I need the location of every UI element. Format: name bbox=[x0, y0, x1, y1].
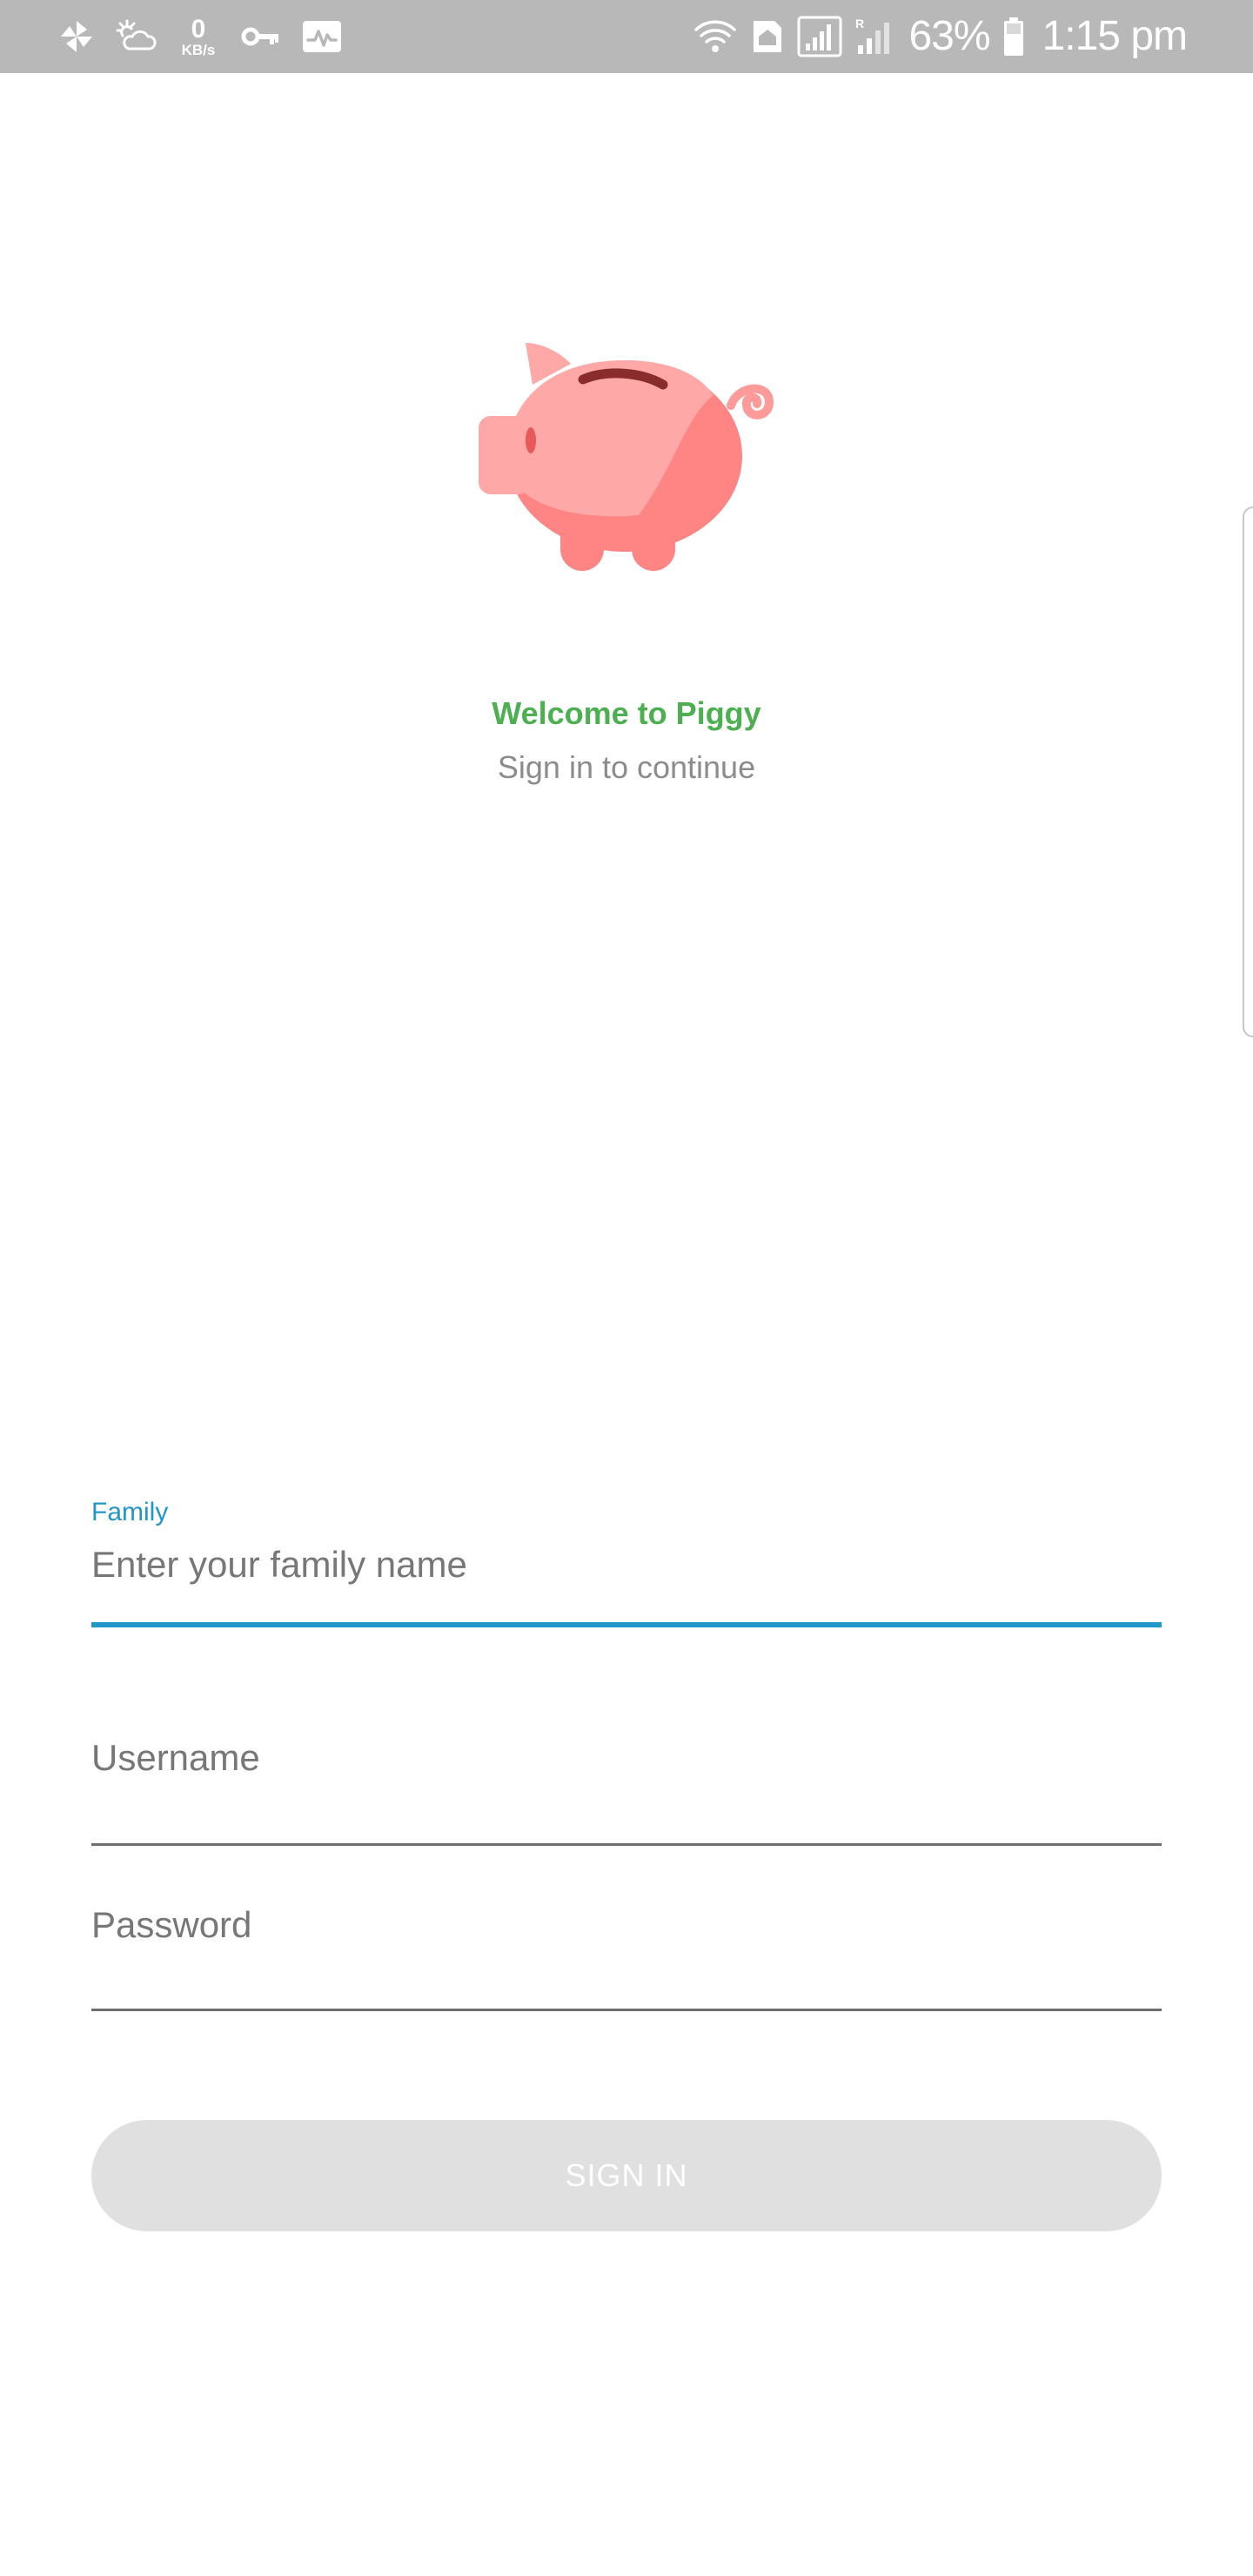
username-underline bbox=[91, 1843, 1162, 1846]
network-speed-icon: 0 KB/s bbox=[176, 14, 221, 58]
roaming-signal-icon: R bbox=[855, 17, 890, 54]
battery-percentage: 63% bbox=[908, 13, 990, 59]
username-input[interactable] bbox=[91, 1732, 1162, 1784]
wifi-icon bbox=[694, 20, 737, 52]
svg-text:R: R bbox=[855, 17, 864, 30]
sign-in-button[interactable]: SIGN IN bbox=[91, 2120, 1162, 2231]
password-field[interactable] bbox=[91, 1899, 1162, 2012]
signal-icon bbox=[797, 16, 842, 57]
network-speed-value: 0 bbox=[191, 14, 206, 44]
home-sim-icon bbox=[754, 21, 782, 52]
battery-icon bbox=[1003, 17, 1023, 56]
family-field[interactable]: Family bbox=[91, 1495, 1162, 1634]
status-bar-notifications: 0 KB/s bbox=[57, 10, 343, 63]
activity-icon bbox=[303, 21, 341, 52]
family-label: Family bbox=[91, 1498, 169, 1526]
family-input[interactable] bbox=[91, 1539, 1162, 1591]
welcome-title: Welcome to Piggy bbox=[492, 695, 761, 731]
network-speed-unit: KB/s bbox=[181, 41, 216, 58]
key-icon bbox=[241, 27, 278, 46]
password-input[interactable] bbox=[91, 1899, 1162, 1951]
username-field[interactable] bbox=[91, 1732, 1162, 1846]
clock: 1:15 pm bbox=[1042, 13, 1188, 59]
password-underline bbox=[91, 2009, 1162, 2011]
status-bar-system: R 63% 1:15 pm bbox=[693, 10, 1188, 63]
family-underline bbox=[91, 1622, 1162, 1627]
status-bar: 0 KB/s R 63% 1:15 pm bbox=[0, 0, 1253, 73]
welcome-subtitle: Sign in to continue bbox=[497, 749, 756, 785]
weather-icon bbox=[116, 19, 157, 50]
piggy-bank-logo bbox=[479, 343, 774, 571]
pinwheel-icon bbox=[61, 21, 92, 52]
